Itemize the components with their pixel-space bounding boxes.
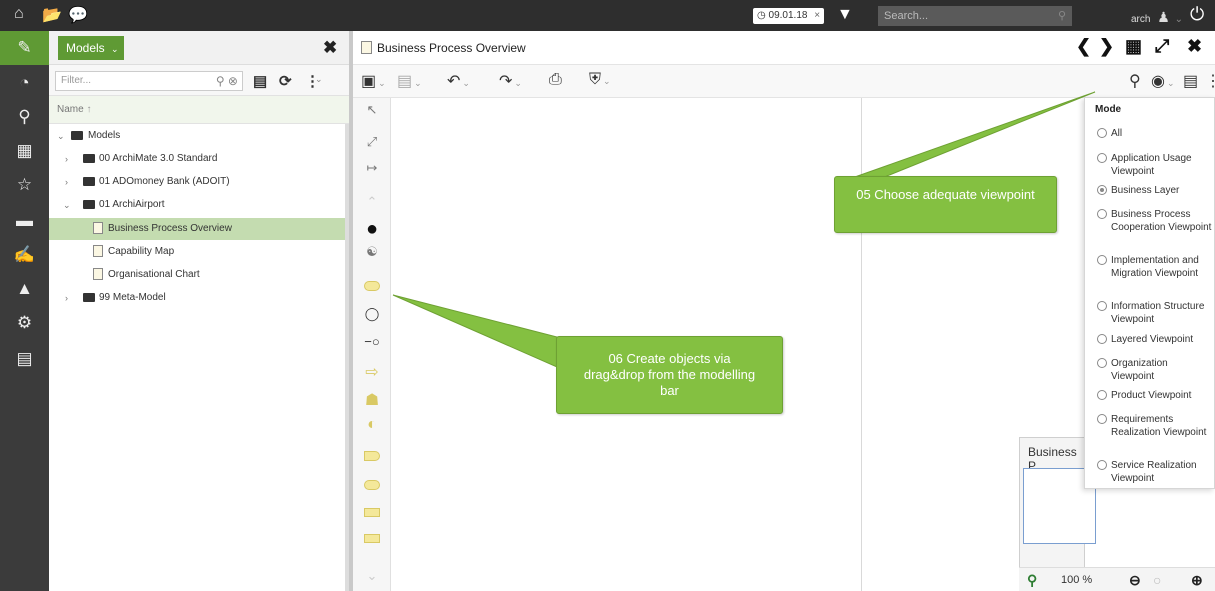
mode-option-label: Business Layer [1111, 185, 1180, 196]
radio-button[interactable] [1097, 334, 1107, 344]
mode-option-label: Layered Viewpoint [1111, 334, 1194, 345]
zoom-in-icon[interactable]: ⊕ [1191, 572, 1203, 589]
objects-callout-text: 06 Create objects via drag&drop from the… [583, 351, 756, 398]
mode-menu-title: Mode [1095, 104, 1122, 115]
mode-option-information-structure[interactable]: Information Structure Viewpoint [1097, 300, 1211, 328]
mode-option-label: Information Structure Viewpoint [1111, 301, 1205, 325]
radio-button[interactable] [1097, 414, 1107, 424]
mode-option-business-process-cooperation[interactable]: Business Process Cooperation Viewpoint [1097, 208, 1211, 248]
mode-option-product[interactable]: Product Viewpoint [1097, 389, 1211, 403]
mode-option-service-realization[interactable]: Service Realization Viewpoint [1097, 459, 1211, 487]
mode-option-organization[interactable]: Organization Viewpoint [1097, 357, 1211, 385]
viewpoint-callout-text: 05 Choose adequate viewpoint [856, 187, 1035, 202]
mode-option-all[interactable]: All [1097, 127, 1211, 141]
radio-button[interactable] [1097, 460, 1107, 470]
radio-button[interactable] [1097, 153, 1107, 163]
mode-option-implementation-migration[interactable]: Implementation and Migration Viewpoint [1097, 254, 1211, 294]
viewpoint-callout: 05 Choose adequate viewpoint [834, 176, 1057, 233]
mode-option-label: Product Viewpoint [1111, 390, 1192, 401]
radio-button[interactable] [1097, 390, 1107, 400]
radio-button[interactable] [1097, 358, 1107, 368]
radio-button[interactable] [1097, 301, 1107, 311]
objects-callout-pointer [392, 294, 558, 368]
mode-option-label: Organization Viewpoint [1111, 358, 1168, 382]
zoom-slider[interactable]: ○ [1153, 572, 1161, 588]
radio-button[interactable] [1097, 128, 1107, 138]
zoom-bar: ⚲ 100 % ⊖ ○ ⊕ [1019, 567, 1215, 591]
radio-button-selected[interactable] [1097, 185, 1107, 195]
radio-button[interactable] [1097, 255, 1107, 265]
mode-option-label: Requirements Realization Viewpoint [1111, 414, 1207, 438]
mode-option-label: Implementation and Migration Viewpoint [1111, 255, 1199, 279]
mode-option-label: Application Usage Viewpoint [1111, 153, 1192, 177]
viewpoint-mode-menu: Mode All Application Usage Viewpoint Bus… [1084, 97, 1215, 489]
mode-option-requirements-realization[interactable]: Requirements Realization Viewpoint [1097, 413, 1211, 453]
mode-option-business-layer[interactable]: Business Layer [1097, 184, 1211, 198]
mode-option-label: Service Realization Viewpoint [1111, 460, 1197, 484]
objects-callout: 06 Create objects via drag&drop from the… [556, 336, 783, 414]
mode-option-layered[interactable]: Layered Viewpoint [1097, 333, 1211, 347]
mode-option-label: Business Process Cooperation Viewpoint [1111, 209, 1212, 233]
mode-option-application-usage[interactable]: Application Usage Viewpoint [1097, 152, 1211, 180]
viewpoint-callout-pointer [851, 91, 1096, 179]
zoom-fit-icon[interactable]: ⚲ [1027, 572, 1037, 589]
zoom-out-icon[interactable]: ⊖ [1129, 572, 1141, 589]
radio-button[interactable] [1097, 209, 1107, 219]
mode-option-label: All [1111, 128, 1123, 139]
zoom-level[interactable]: 100 % [1061, 574, 1092, 586]
